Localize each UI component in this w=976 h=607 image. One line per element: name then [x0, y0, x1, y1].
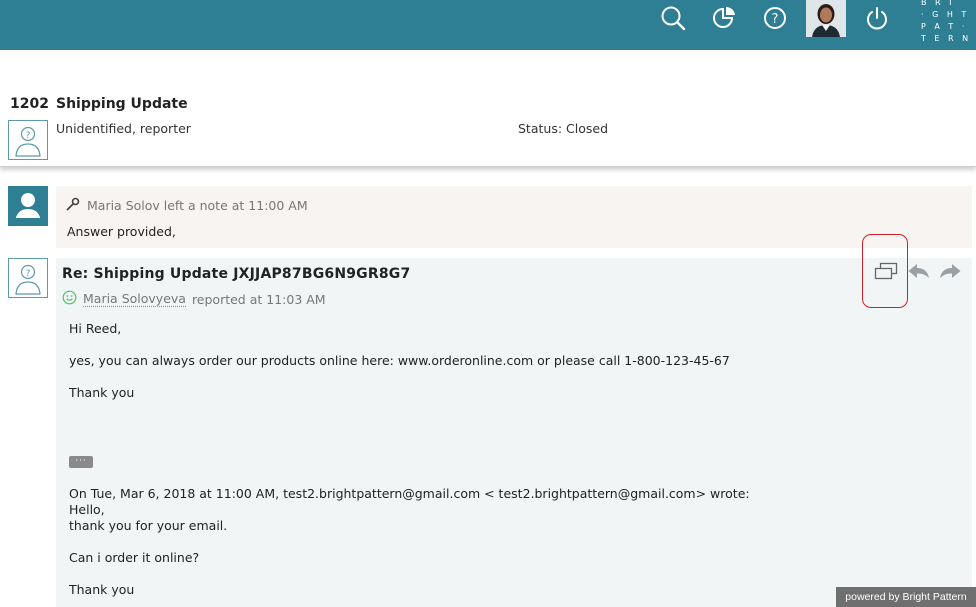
status-label: Status:	[518, 121, 563, 136]
message-reported-time: reported at 11:03 AM	[191, 291, 326, 307]
reply-icon[interactable]	[907, 262, 931, 284]
svg-text:?: ?	[772, 12, 779, 27]
power-icon[interactable]	[862, 0, 892, 36]
message-author-link[interactable]: Maria Solovyeva	[83, 291, 186, 307]
note-body: Answer provided,	[67, 224, 176, 239]
note-header: Maria Solov left a note at 11:00 AM	[66, 197, 308, 214]
message-line: Thank you	[69, 582, 135, 597]
wrench-icon	[66, 197, 80, 214]
message-line: On Tue, Mar 6, 2018 at 11:00 AM, test2.b…	[69, 486, 750, 501]
search-icon[interactable]	[658, 0, 688, 36]
message-line: Thank you	[69, 385, 135, 400]
logo-line: T E R N	[921, 34, 972, 43]
forward-icon[interactable]	[938, 262, 962, 284]
note-card: Maria Solov left a note at 11:00 AM Answ…	[56, 186, 972, 248]
reports-icon[interactable]	[709, 0, 739, 36]
ticket-reporter: Unidentified, reporter	[56, 121, 191, 136]
message-line: Can i order it online?	[69, 550, 200, 565]
message-line: yes, you can always order our products o…	[69, 353, 730, 368]
message-line: Hi Reed,	[69, 321, 122, 336]
bright-pattern-logo: B R I · G H T P A T · T E R N	[921, 0, 973, 45]
svg-text:?: ?	[26, 131, 31, 141]
user-avatar[interactable]	[806, 0, 846, 37]
unknown-reporter-icon: ?	[8, 120, 48, 160]
message-line: Hello,	[69, 502, 105, 517]
ticket-status: Status: Closed	[518, 121, 608, 136]
message-actions	[862, 234, 972, 308]
smiley-icon	[62, 290, 77, 308]
status-value: Closed	[566, 121, 609, 136]
logo-line: · G H T	[921, 10, 970, 19]
logo-line: B R I	[921, 0, 955, 7]
ticket-title: Shipping Update	[56, 96, 188, 112]
message-from: Maria Solovyeva reported at 11:03 AM	[62, 290, 326, 308]
show-quoted-button[interactable]: ···	[69, 456, 93, 468]
powered-by-label: powered by Bright Pattern	[836, 587, 976, 607]
ticket-id: 1202	[10, 96, 49, 112]
svg-text:?: ?	[26, 269, 31, 279]
message-card: Re: Shipping Update JXJJAP87BG6N9GR8G7 M…	[56, 258, 972, 607]
ticket-header: 1202 Shipping Update ? Unidentified, rep…	[0, 50, 976, 167]
agent-avatar-icon	[8, 186, 48, 226]
message-subject: Re: Shipping Update JXJJAP87BG6N9GR8G7	[62, 266, 411, 282]
top-bar: ? B R I · G H T P A T · T E R N	[0, 0, 976, 50]
unknown-sender-icon: ?	[8, 258, 48, 298]
logo-line: P A T ·	[921, 22, 968, 31]
note-header-text: Maria Solov left a note at 11:00 AM	[87, 198, 308, 213]
help-icon[interactable]: ?	[760, 0, 790, 36]
open-window-icon[interactable]	[874, 262, 898, 284]
message-line: thank you for your email.	[69, 518, 228, 533]
